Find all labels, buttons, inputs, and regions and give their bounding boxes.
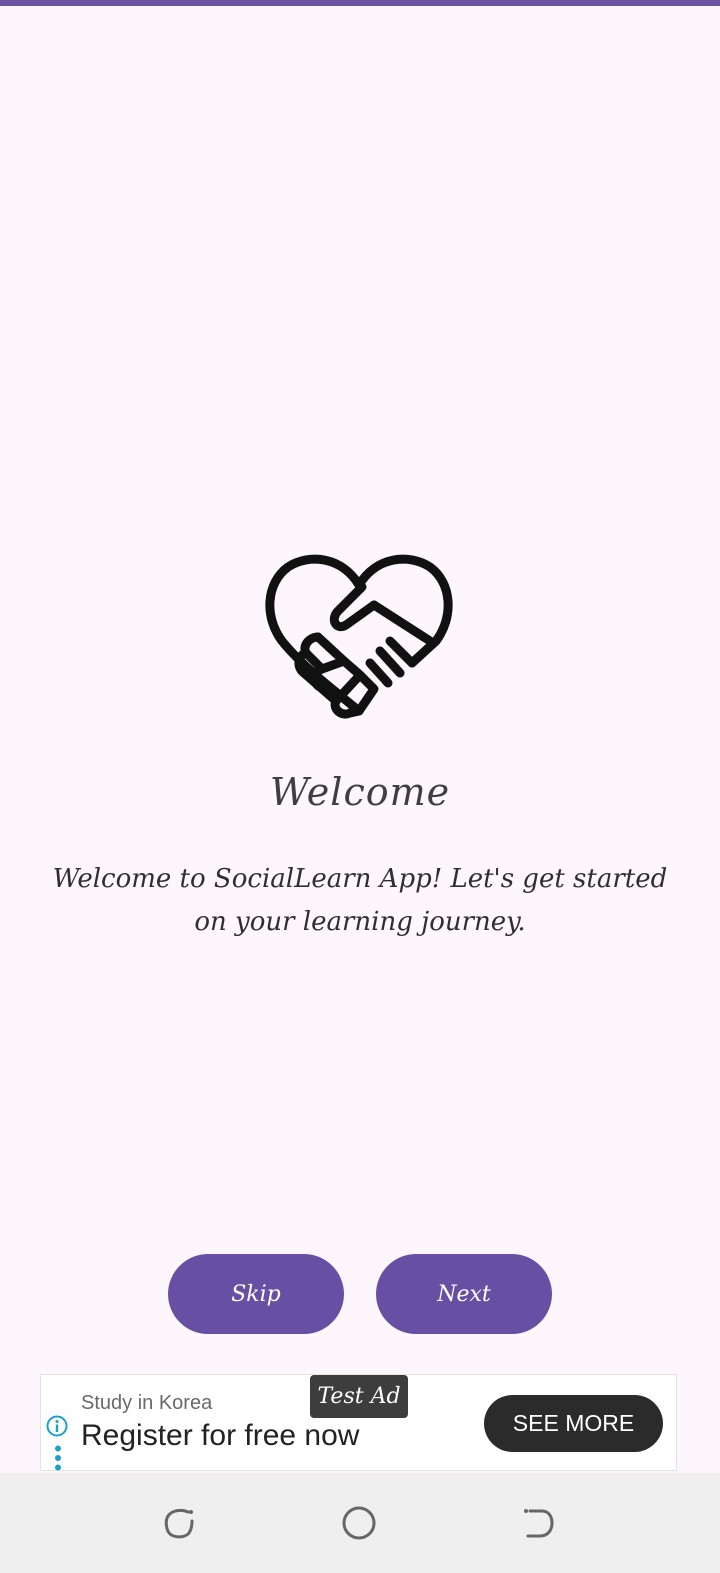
more-vertical-icon[interactable]	[54, 1445, 62, 1471]
onboarding-title: Welcome	[269, 770, 451, 814]
skip-button[interactable]: Skip	[168, 1254, 344, 1334]
home-icon[interactable]	[339, 1503, 379, 1543]
next-button[interactable]: Next	[376, 1254, 552, 1334]
back-icon[interactable]	[518, 1503, 558, 1543]
top-accent-bar	[0, 0, 720, 6]
recents-icon[interactable]	[160, 1503, 200, 1543]
test-ad-badge: Test Ad	[310, 1375, 408, 1418]
see-more-button[interactable]: SEE MORE	[484, 1395, 663, 1452]
ad-body-text: Register for free now	[81, 1419, 360, 1452]
ad-banner[interactable]: Study in Korea Register for free now Tes…	[40, 1374, 677, 1471]
heart-handshake-icon	[265, 554, 453, 719]
system-navigation-bar	[0, 1473, 720, 1573]
ad-headline: Study in Korea	[81, 1392, 213, 1414]
onboarding-description: Welcome to SocialLearn App! Let's get st…	[52, 864, 668, 937]
info-icon[interactable]	[46, 1415, 68, 1437]
